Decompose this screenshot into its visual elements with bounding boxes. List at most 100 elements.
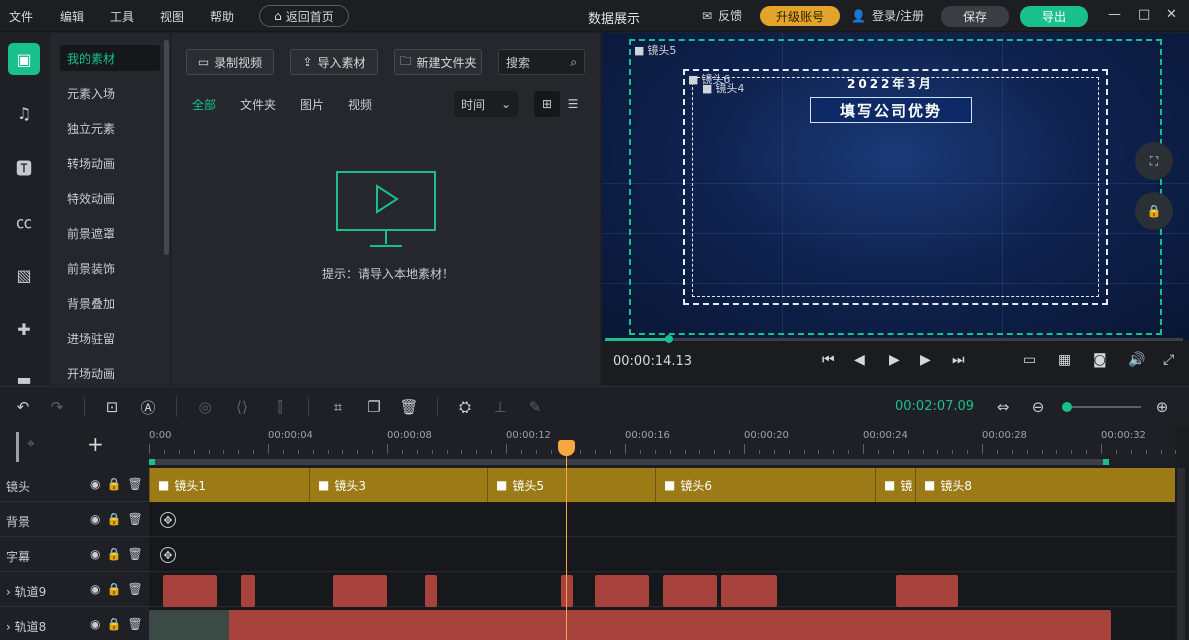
filter-folder-tab[interactable]: 文件夹 [240,96,276,113]
trash-icon[interactable]: 🗑 [127,477,142,491]
audio-clip[interactable] [663,575,717,607]
audio-clip-long[interactable] [149,610,1111,640]
category-standalone-element[interactable]: 独立元素 [60,115,160,141]
shot-clip[interactable]: ■ 镜头3 [309,468,487,502]
menu-file[interactable]: 文件 [9,8,33,25]
category-element-entrance[interactable]: 元素入场 [60,80,160,106]
caption-icon[interactable]: ㏄ [8,205,40,237]
lock-icon[interactable]: 🔒 [106,582,121,596]
add-keyframe-icon[interactable]: ✥ [160,512,176,528]
redo-icon[interactable]: ↷ [47,397,67,417]
upgrade-account-button[interactable]: 升级账号 [760,6,840,26]
image-edit-icon[interactable]: ⛭ [455,397,475,417]
trash-icon[interactable]: 🗑 [127,617,142,631]
prev-frame-icon[interactable]: ◀ [854,352,865,368]
skip-start-icon[interactable]: ⏮ [822,352,835,368]
category-transition[interactable]: 转场动画 [60,150,160,176]
lock-button[interactable]: 🔒 [1135,192,1173,230]
trash-icon[interactable]: 🗑 [127,512,142,526]
filter-all-tab[interactable]: 全部 [192,96,216,113]
skip-end-icon[interactable]: ⏭ [952,352,965,368]
menu-help[interactable]: 帮助 [210,8,234,25]
menu-view[interactable]: 视图 [160,8,184,25]
sort-select[interactable]: 时间 ⌄ [454,91,518,117]
range-end-handle[interactable] [1103,459,1109,465]
track-row-audio8[interactable] [149,608,1175,640]
fullscreen-icon[interactable]: ⤢ [1163,352,1174,368]
category-effect[interactable]: 特效动画 [60,185,160,211]
target-icon[interactable]: ◎ [195,397,215,417]
shot-clip[interactable]: ■ 镜头5 [487,468,655,502]
code-icon[interactable]: ⟨⟩ [232,397,252,417]
record-video-button[interactable]: ▭ 录制视频 [186,49,274,75]
snap-marker-icon[interactable] [16,432,19,462]
return-home-button[interactable]: ⌂ 返回首页 [259,5,349,27]
preview-progress-handle[interactable] [664,335,673,343]
audio-clip[interactable] [241,575,255,607]
record-audio-icon[interactable]: Ⓐ [138,397,158,417]
stage-year-text[interactable]: 2022年3月 [847,75,934,92]
category-foreground-decor[interactable]: 前景装饰 [60,255,160,281]
feedback-button[interactable]: ✉ 反馈 [702,7,742,24]
shot-clip[interactable]: ■ 镜头1 [149,468,309,502]
next-frame-icon[interactable]: ▶ [920,352,931,368]
track-header[interactable]: › 轨道9 ◉ 🔒 🗑 [0,573,149,607]
pen-icon[interactable]: ✎ [525,397,545,417]
media-icon[interactable]: ▣ [8,43,40,75]
track-row-audio9[interactable] [149,573,1175,607]
playhead-line[interactable] [566,444,567,640]
track-header[interactable]: 背景 ◉ 🔒 🗑 [0,503,149,537]
eye-icon[interactable]: ◉ [90,547,100,561]
crop-icon[interactable]: ⌗ [328,397,348,417]
volume-icon[interactable]: 🔊 [1128,352,1145,368]
category-entry-hold[interactable]: 进场驻留 [60,325,160,351]
category-opening[interactable]: 开场动画 [60,360,160,386]
grid-guide-icon[interactable]: ▦ [1058,352,1071,368]
close-icon[interactable]: ✕ [1166,7,1177,22]
shot-clip[interactable]: ■ 镜头6 [655,468,875,502]
timeline-scrollbar[interactable] [1177,468,1185,640]
audio-clip[interactable] [333,575,387,607]
zoom-in-icon[interactable]: ⊕ [1152,397,1172,417]
monitor-settings-icon[interactable]: ▭ [1023,352,1036,368]
audio-clip[interactable] [561,575,573,607]
lock-icon[interactable]: 🔒 [106,477,121,491]
grid-view-icon[interactable]: ⊞ [534,91,560,117]
audio-clip[interactable] [896,575,958,607]
login-register-button[interactable]: 👤 登录/注册 [851,7,924,24]
add-keyframe-icon[interactable]: ✥ [160,547,176,563]
lock-icon[interactable]: 🔒 [106,547,121,561]
category-background-overlay[interactable]: 背景叠加 [60,290,160,316]
audio-clip[interactable] [595,575,649,607]
filter-image-tab[interactable]: 图片 [300,96,324,113]
shot-clip[interactable]: ■ 镜头8 [915,468,1175,502]
stage-title-text[interactable]: 填写公司优势 [810,97,972,123]
category-my-media[interactable]: 我的素材 [60,45,160,71]
maximize-icon[interactable]: □ [1138,7,1150,22]
undo-icon[interactable]: ↶ [13,397,33,417]
playhead-handle[interactable] [558,440,575,456]
preview-canvas[interactable]: ■ 镜头5 ■ 镜头6 ■ 镜头4 2022年3月 填写公司优势 [602,33,1189,340]
shot-clip[interactable]: ■ 镜 [875,468,915,502]
delete-icon[interactable]: 🗑 [399,397,419,417]
trash-icon[interactable]: 🗑 [127,582,142,596]
copy-icon[interactable]: ❐ [364,397,384,417]
menu-edit[interactable]: 编辑 [60,8,84,25]
eye-icon[interactable]: ◉ [90,477,100,491]
import-media-button[interactable]: ⇪ 导入素材 [290,49,378,75]
new-folder-button[interactable]: 🗀 新建文件夹 [394,49,482,75]
track-header[interactable]: 字幕 ◉ 🔒 🗑 [0,538,149,572]
eye-icon[interactable]: ◉ [90,582,100,596]
list-view-icon[interactable]: ☰ [560,91,586,117]
track-header[interactable]: › 轨道8 ◉ 🔒 🗑 [0,608,149,640]
eye-icon[interactable]: ◉ [90,512,100,526]
track-row-shots[interactable]: ■ 镜头1 ■ 镜头3 ■ 镜头5 ■ 镜头6 ■ 镜 ■ 镜头8 [149,468,1175,502]
fit-timeline-icon[interactable]: ⇔ [993,397,1013,417]
eye-icon[interactable]: ◉ [90,617,100,631]
menu-tools[interactable]: 工具 [110,8,134,25]
snapshot-icon[interactable]: ◙ [1093,352,1107,368]
zoom-slider[interactable] [1066,406,1141,408]
music-icon[interactable]: ♫ [8,97,40,129]
track-row-background[interactable]: ✥ [149,503,1175,537]
category-foreground-mask[interactable]: 前景遮罩 [60,220,160,246]
